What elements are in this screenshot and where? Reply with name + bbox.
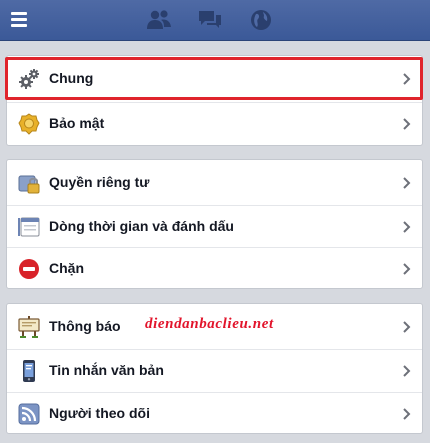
settings-item-label: Chung [49,70,94,86]
timeline-icon [18,216,40,238]
phone-icon [18,360,40,382]
messages-icon[interactable] [197,8,223,32]
chevron-right-icon [401,73,413,85]
settings-item-privacy[interactable]: Quyền riêng tư [7,162,422,204]
gears-icon [18,68,40,90]
settings-item-label: Quyền riêng tư [49,174,150,190]
settings-item-label: Thông báo [49,318,121,334]
security-badge-icon [18,113,40,135]
chevron-right-icon [401,263,413,275]
watermark-text: diendanbaclieu.net [145,316,274,332]
settings-item-label: Tin nhắn văn bản [49,362,164,378]
chevron-right-icon [401,365,413,377]
settings-item-followers[interactable]: Người theo dõi [7,392,422,434]
settings-item-timeline-tagging[interactable]: Dòng thời gian và đánh dấu [7,205,422,247]
top-bar [0,0,430,41]
friend-requests-icon[interactable] [146,8,172,32]
settings-item-blocking[interactable]: Chặn [7,247,422,289]
settings-item-label: Bảo mật [49,115,105,131]
settings-item-label: Người theo dõi [49,405,150,421]
notifications-globe-icon[interactable] [248,8,274,32]
chevron-right-icon [401,177,413,189]
chevron-right-icon [401,321,413,333]
settings-item-label: Chặn [49,260,84,276]
notification-sign-icon [18,316,40,338]
hamburger-menu-icon[interactable] [4,4,34,34]
chevron-right-icon [401,118,413,130]
settings-section-account: Chung Bảo mật [6,55,423,146]
settings-item-text-messaging[interactable]: Tin nhắn văn bản [7,349,422,391]
rss-icon [18,403,40,425]
privacy-lock-icon [18,172,40,194]
settings-item-security[interactable]: Bảo mật [7,102,422,144]
chevron-right-icon [401,408,413,420]
chevron-right-icon [401,221,413,233]
block-icon [18,258,40,280]
settings-section-privacy: Quyền riêng tư Dòng thời gian và đánh dấ… [6,159,423,289]
settings-item-general[interactable]: Chung [7,58,422,100]
settings-item-label: Dòng thời gian và đánh dấu [49,218,234,234]
